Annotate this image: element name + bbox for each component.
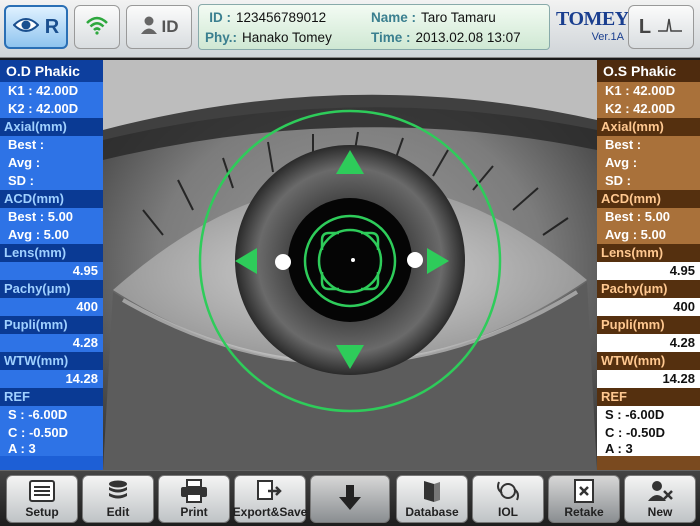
os-ref-s: S : -6.00D xyxy=(597,406,700,424)
od-acd-header: ACD(mm) xyxy=(0,190,103,208)
os-k2: K2 : 42.00D xyxy=(597,100,700,118)
os-ref-header: REF xyxy=(597,388,700,406)
name-value: Taro Tamaru xyxy=(421,10,496,25)
os-k1: K1 : 42.00D xyxy=(597,82,700,100)
database-stack-icon xyxy=(107,476,129,505)
print-button[interactable]: Print xyxy=(158,475,230,523)
od-ref-c: C : -0.50D xyxy=(0,424,103,442)
od-axial-sd: SD : xyxy=(0,172,103,190)
arrow-down-icon xyxy=(337,476,363,519)
brand-name: TOMEY xyxy=(556,8,629,30)
od-k2: K2 : 42.00D xyxy=(0,100,103,118)
os-axial-sd: SD : xyxy=(597,172,700,190)
od-eye-button[interactable]: R xyxy=(4,5,68,49)
time-label: Time : xyxy=(371,30,411,45)
alignment-overlay xyxy=(198,109,502,413)
os-ref-c: C : -0.50D xyxy=(597,424,700,442)
od-acd-best: Best : 5.00 xyxy=(0,208,103,226)
list-icon xyxy=(29,476,55,505)
arrow-down-icon xyxy=(336,345,364,369)
app-root: R ID ID : 123456789012 Name : Taro Tamar… xyxy=(0,0,700,526)
document-x-icon xyxy=(573,476,595,505)
os-wtw-value: 14.28 xyxy=(597,370,700,388)
os-wtw-header: WTW(mm) xyxy=(597,352,700,370)
od-title: O.D Phakic xyxy=(0,60,103,82)
od-pupil-value: 4.28 xyxy=(0,334,103,352)
patient-info: ID : 123456789012 Name : Taro Tamaru Phy… xyxy=(198,4,550,50)
arrow-left-icon xyxy=(235,248,257,274)
od-lens-header: Lens(mm) xyxy=(0,244,103,262)
os-acd-avg: Avg : 5.00 xyxy=(597,226,700,244)
id-value: 123456789012 xyxy=(236,10,327,25)
os-pupil-value: 4.28 xyxy=(597,334,700,352)
od-ref-a: A : 3 xyxy=(0,442,103,456)
os-acd-best: Best : 5.00 xyxy=(597,208,700,226)
patient-id-button[interactable]: ID xyxy=(126,5,192,49)
export-icon xyxy=(256,476,284,505)
os-pachy-value: 400 xyxy=(597,298,700,316)
new-patient-icon xyxy=(646,476,674,505)
database-button[interactable]: Database xyxy=(396,475,468,523)
os-title: O.S Phakic xyxy=(597,60,700,82)
new-button[interactable]: New xyxy=(624,475,696,523)
od-ref-header: REF xyxy=(0,388,103,406)
od-results-panel: O.D Phakic K1 : 42.00D K2 : 42.00D Axial… xyxy=(0,60,103,470)
od-pachy-value: 400 xyxy=(0,298,103,316)
os-lens-value: 4.95 xyxy=(597,262,700,280)
od-lens-value: 4.95 xyxy=(0,262,103,280)
os-pachy-header: Pachy(μm) xyxy=(597,280,700,298)
waveform-icon xyxy=(657,15,683,40)
os-eye-button[interactable]: L xyxy=(628,5,694,49)
iol-button[interactable]: IOL xyxy=(472,475,544,523)
export-save-button[interactable]: Export&Save xyxy=(233,475,307,523)
os-results-panel: O.S Phakic K1 : 42.00D K2 : 42.00D Axial… xyxy=(597,60,700,470)
od-wtw-value: 14.28 xyxy=(0,370,103,388)
setup-button[interactable]: Setup xyxy=(6,475,78,523)
id-label: ID : xyxy=(209,10,231,25)
od-axial-header: Axial(mm) xyxy=(0,118,103,136)
eye-icon xyxy=(12,16,40,39)
os-axial-avg: Avg : xyxy=(597,154,700,172)
retake-button[interactable]: Retake xyxy=(548,475,620,523)
name-label: Name : xyxy=(371,10,417,25)
os-pupil-header: Pupli(mm) xyxy=(597,316,700,334)
od-ref-s: S : -6.00D xyxy=(0,406,103,424)
time-value: 2013.02.08 13:07 xyxy=(415,30,521,45)
download-button[interactable] xyxy=(310,475,390,523)
od-k1: K1 : 42.00D xyxy=(0,82,103,100)
wifi-icon xyxy=(85,15,109,40)
os-axial-best: Best : xyxy=(597,136,700,154)
patient-id-label: ID xyxy=(161,17,179,36)
od-axial-avg: Avg : xyxy=(0,154,103,172)
od-pupil-header: Pupli(mm) xyxy=(0,316,103,334)
os-lens-header: Lens(mm) xyxy=(597,244,700,262)
od-eye-label: R xyxy=(44,15,60,38)
top-bar: R ID ID : 123456789012 Name : Taro Tamar… xyxy=(0,0,700,58)
arrow-up-icon xyxy=(336,150,364,174)
os-axial-header: Axial(mm) xyxy=(597,118,700,136)
physician-label: Phy.: xyxy=(205,30,238,45)
edit-button[interactable]: Edit xyxy=(82,475,154,523)
bottom-toolbar: Setup Edit Print Export&Save Database IO… xyxy=(0,470,700,526)
folder-icon xyxy=(420,476,444,505)
os-eye-label: L xyxy=(638,15,652,38)
os-acd-header: ACD(mm) xyxy=(597,190,700,208)
eye-camera-view[interactable] xyxy=(103,60,597,470)
od-acd-avg: Avg : 5.00 xyxy=(0,226,103,244)
lens-icon xyxy=(494,476,522,505)
arrow-right-icon xyxy=(427,248,449,274)
od-axial-best: Best : xyxy=(0,136,103,154)
alignment-target-circle xyxy=(317,228,383,294)
od-wtw-header: WTW(mm) xyxy=(0,352,103,370)
person-icon xyxy=(140,15,158,40)
physician-value: Hanako Tomey xyxy=(242,30,332,45)
od-pachy-header: Pachy(μm) xyxy=(0,280,103,298)
wireless-button[interactable] xyxy=(74,5,120,49)
os-ref-a: A : 3 xyxy=(597,442,700,456)
brand-logo: TOMEY Ver.1A xyxy=(556,8,629,43)
version-label: Ver.1A xyxy=(591,31,624,43)
printer-icon xyxy=(180,476,208,505)
